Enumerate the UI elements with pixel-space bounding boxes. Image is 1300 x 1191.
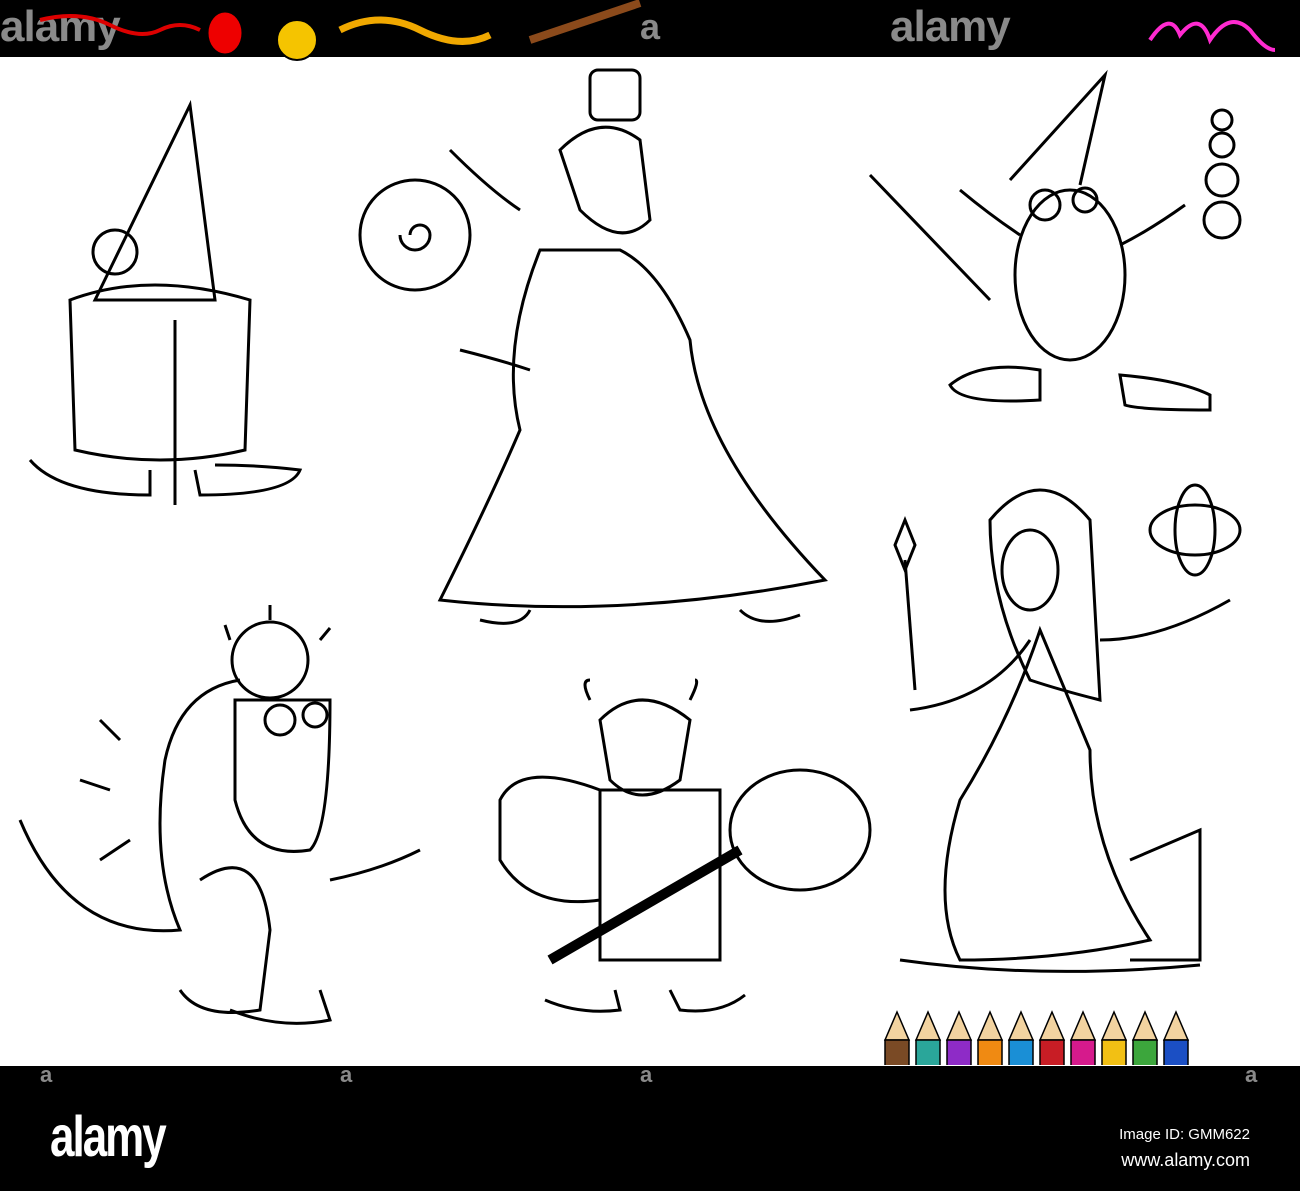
image-id: Image ID: GMM622 bbox=[1119, 1126, 1250, 1143]
viking-figure bbox=[498, 678, 872, 1013]
pencil-tip bbox=[1069, 1010, 1097, 1041]
watermark-mark: a bbox=[40, 1062, 52, 1087]
pencil-body bbox=[1101, 1039, 1127, 1065]
pencil-tip bbox=[1131, 1010, 1159, 1041]
pencil-body bbox=[1039, 1039, 1065, 1065]
watermark-mark: a bbox=[1245, 1062, 1257, 1087]
footer-banner: a a a a bbox=[0, 1062, 1300, 1191]
pencil-body bbox=[977, 1039, 1003, 1065]
watermark-mark: a bbox=[640, 6, 660, 47]
pencil-body bbox=[884, 1039, 910, 1065]
imp-wizard-figure bbox=[868, 69, 1242, 412]
pencil-body bbox=[1132, 1039, 1158, 1065]
pencil-body bbox=[1163, 1039, 1189, 1065]
gnome-figure bbox=[28, 99, 303, 505]
wizard-figure bbox=[358, 68, 828, 625]
alamy-logo[interactable]: alamy bbox=[50, 1106, 167, 1171]
sorceress-figure bbox=[893, 483, 1242, 973]
pencil-tip bbox=[1100, 1010, 1128, 1041]
red-pencil-line-icon bbox=[39, 14, 201, 36]
pencil-tip bbox=[883, 1010, 911, 1041]
pencil-body bbox=[1008, 1039, 1034, 1065]
pencil-tip bbox=[914, 1010, 942, 1041]
paint-stroke-icon bbox=[338, 16, 492, 45]
pencil-tip bbox=[945, 1010, 973, 1041]
top-banner: alamy a alamy bbox=[0, 0, 1300, 61]
pencil-tip bbox=[976, 1010, 1004, 1041]
pencil-body bbox=[946, 1039, 972, 1065]
coloring-illustration bbox=[18, 68, 1242, 1065]
watermark-mark: a bbox=[340, 1062, 352, 1087]
pencil-body bbox=[915, 1039, 941, 1065]
pencil-tip bbox=[1007, 1010, 1035, 1041]
watermark-logo: alamy bbox=[890, 2, 1011, 51]
watermark-mark: a bbox=[640, 1062, 652, 1087]
colored-pencils-icon bbox=[883, 1010, 1190, 1065]
paintbrush-icon bbox=[528, 0, 642, 44]
pencil-tip bbox=[1038, 1010, 1066, 1041]
site-url[interactable]: www.alamy.com bbox=[1121, 1150, 1250, 1171]
pink-scribble-icon bbox=[1148, 20, 1276, 52]
dragon-figure bbox=[18, 605, 421, 1025]
pencil-tip bbox=[1162, 1010, 1190, 1041]
sun-icon bbox=[276, 19, 318, 61]
pencil-body bbox=[1070, 1039, 1096, 1065]
ladybug-icon bbox=[205, 9, 245, 57]
